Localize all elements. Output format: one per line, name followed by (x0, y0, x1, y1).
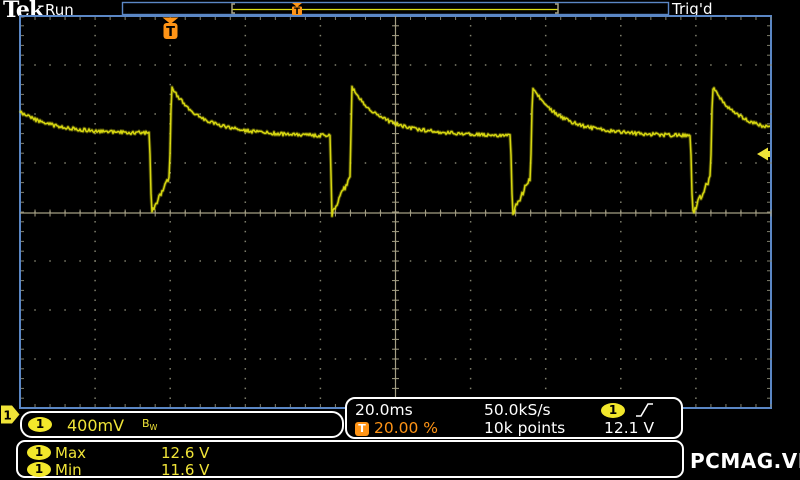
measurement-value: 11.6 V (161, 461, 210, 479)
measurement-name: Min (55, 461, 82, 479)
trigger-T-icon: T (355, 422, 369, 436)
record-length: 10k points (484, 419, 566, 437)
bandwidth-limit-icon: BW (142, 417, 158, 433)
channel1-badge: 1 (27, 445, 51, 460)
rising-edge-slope-icon (636, 403, 653, 417)
svg-text:T: T (294, 7, 300, 17)
channel1-readout-box: 1 400mV BW (20, 411, 344, 438)
trigger-level-arrow-icon (757, 147, 770, 161)
window-bracket-left (231, 3, 235, 14)
measurements-box: 1 Max 12.6 V 1 Min 11.6 V (16, 440, 684, 479)
sample-rate: 50.0kS/s (484, 401, 551, 419)
trigger-level-value: 12.1 V (604, 419, 655, 437)
channel1-badge: 1 (27, 462, 51, 477)
measurement-value: 12.6 V (161, 444, 210, 462)
horizontal-trigger-readout-box: 20.0ms 50.0kS/s 1 T 20.00 % 10k points 1… (345, 397, 683, 439)
trigger-position-percent: 20.00 % (374, 419, 439, 437)
record-view-bar (121, 1, 670, 16)
measurement-row-max: 1 Max 12.6 V (18, 444, 682, 462)
time-per-division: 20.0ms (355, 401, 413, 419)
oscilloscope-screen: Tek Run Trig'd T1T 1 400mV BW 20.0ms 50.… (0, 0, 800, 480)
trigger-source-badge: 1 (601, 403, 625, 418)
measurement-row-min: 1 Min 11.6 V (18, 461, 682, 479)
svg-text:T: T (166, 25, 175, 40)
channel1-badge: 1 (28, 417, 52, 432)
pcmag-watermark: PCMAG.VN (690, 449, 800, 473)
svg-text:1: 1 (3, 409, 11, 423)
window-bracket-right (555, 3, 559, 14)
channel1-volts-per-div: 400mV (67, 416, 125, 435)
measurement-name: Max (55, 444, 87, 462)
